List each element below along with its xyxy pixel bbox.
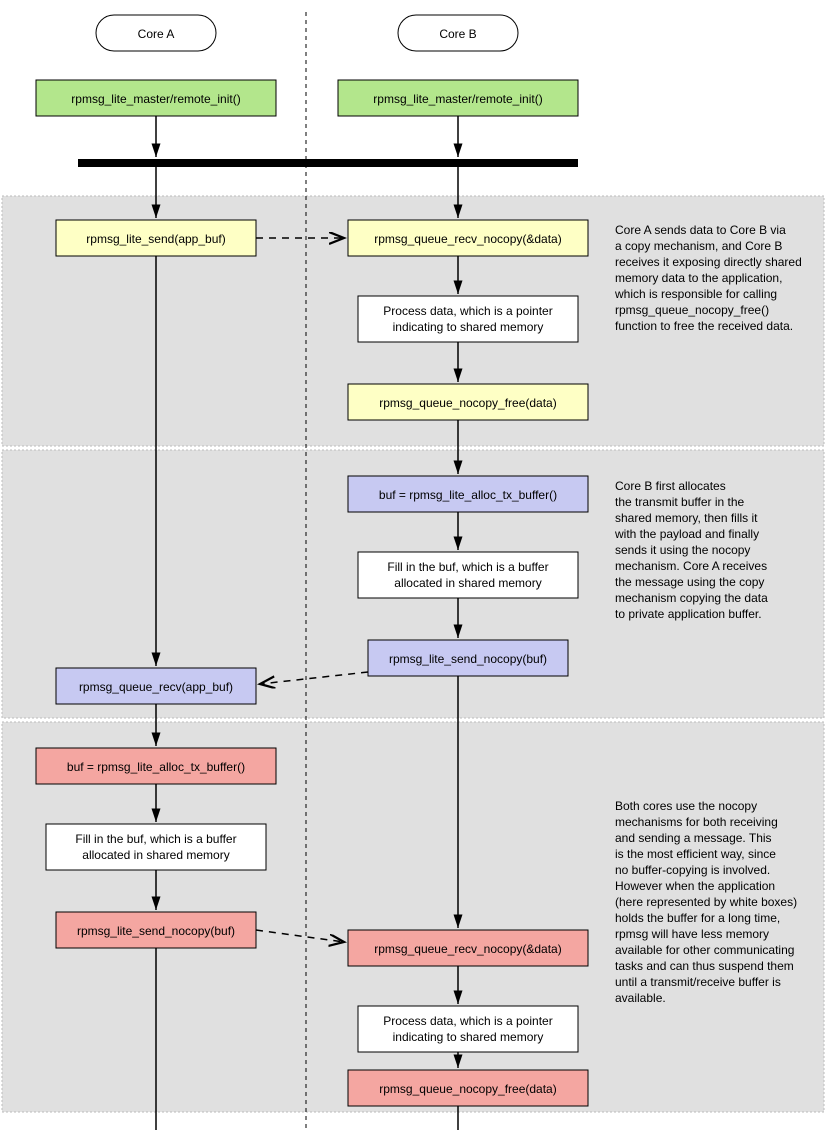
s1-b-process-l2: indicating to shared memory [393,320,544,334]
s3-desc-5: However when the application [615,879,775,893]
s3-desc-6: (here represented by white boxes) [615,895,797,909]
s3-desc-8: rpmsg will have less memory [615,927,769,941]
s3-desc-1: mechanisms for both receiving [615,815,778,829]
s3-b-recv-text: rpmsg_queue_recv_nocopy(&data) [374,942,561,956]
s2-b-fill-l1: Fill in the buf, which is a buffer [387,560,548,574]
s2-b-fill-box [358,552,578,598]
s2-desc-8: to private application buffer. [615,607,762,621]
s1-desc-4: which is responsible for calling [614,287,777,301]
s1-b-recv-text: rpmsg_queue_recv_nocopy(&data) [374,232,561,246]
s3-desc-0: Both cores use the nocopy [615,799,757,813]
init-a-text: rpmsg_lite_master/remote_init() [71,92,240,106]
s3-a-fill-l2: allocated in shared memory [82,848,229,862]
s1-desc-3: memory data to the application, [615,271,782,285]
s2-desc-0: Core B first allocates [615,479,726,493]
core-b-label: Core B [439,27,476,41]
s3-a-fill-box [46,824,266,870]
s1-b-process-box [358,296,578,342]
s2-desc-7: mechanism copying the data [615,591,768,605]
s3-a-fill-l1: Fill in the buf, which is a buffer [75,832,236,846]
s3-desc-4: no buffer-copying is involved. [615,863,770,877]
s3-desc-7: holds the buffer for a long time, [615,911,780,925]
s2-desc-2: shared memory, then fills it [615,511,758,525]
s1-desc-6: function to free the received data. [615,319,793,333]
s2-desc-1: the transmit buffer in the [615,495,745,509]
s3-desc-9: available for other communicating [615,943,794,957]
s1-desc-0: Core A sends data to Core B via [615,223,786,237]
s3-b-process-l2: indicating to shared memory [393,1030,544,1044]
s2-b-fill-l2: allocated in shared memory [394,576,541,590]
s2-desc-3: with the payload and finally [614,527,759,541]
s1-b-process-l1: Process data, which is a pointer [383,304,552,318]
s3-b-free-text: rpmsg_queue_nocopy_free(data) [379,1082,556,1096]
s3-a-alloc-text: buf = rpmsg_lite_alloc_tx_buffer() [67,760,245,774]
s2-desc-5: mechanism. Core A receives [615,559,767,573]
s3-desc-2: and sending a message. This [615,831,772,845]
s3-desc-12: available. [615,991,666,1005]
s3-b-process-l1: Process data, which is a pointer [383,1014,552,1028]
s1-a-send-text: rpmsg_lite_send(app_buf) [86,232,225,246]
s2-desc-4: sends it using the nocopy [615,543,750,557]
sync-bar [78,159,578,167]
s3-desc-11: until a transmit/receive buffer is [615,975,781,989]
s3-a-send-text: rpmsg_lite_send_nocopy(buf) [77,924,235,938]
s2-b-send-text: rpmsg_lite_send_nocopy(buf) [389,652,547,666]
s1-b-free-text: rpmsg_queue_nocopy_free(data) [379,396,556,410]
s2-a-recv-text: rpmsg_queue_recv(app_buf) [79,680,233,694]
s1-desc-2: receives it exposing directly shared [615,255,802,269]
flowchart-diagram: Core A Core B rpmsg_lite_master/remote_i… [0,0,826,1133]
s3-desc-10: tasks and can thus suspend them [615,959,794,973]
s1-desc-5: rpmsg_queue_nocopy_free() [615,303,769,317]
s1-desc-1: a copy mechanism, and Core B [615,239,782,253]
init-b-text: rpmsg_lite_master/remote_init() [373,92,542,106]
core-a-label: Core A [138,27,175,41]
s2-b-alloc-text: buf = rpmsg_lite_alloc_tx_buffer() [379,488,557,502]
s2-desc-6: the message using the copy [615,575,764,589]
s3-desc-3: is the most efficient way, since [615,847,776,861]
s3-b-process-box [358,1006,578,1052]
